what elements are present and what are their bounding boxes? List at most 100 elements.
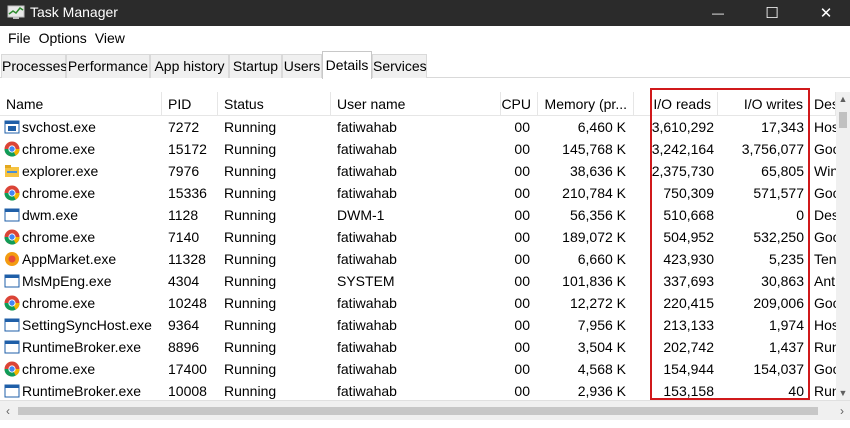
tab-details[interactable]: Details (322, 51, 372, 79)
tab-performance[interactable]: Performance (66, 54, 150, 78)
cell-memory: 4,568 K (577, 361, 626, 377)
menu-options[interactable]: Options (35, 30, 91, 46)
cell-status: Running (224, 361, 277, 377)
table-row[interactable]: svchost.exe 7272 Running fatiwahab 00 6,460 K… (0, 116, 836, 138)
column-header-name[interactable]: Name (0, 92, 162, 116)
column-header-user[interactable]: User name (331, 92, 501, 116)
cell-memory: 38,636 K (569, 163, 626, 179)
tab-users[interactable]: Users (282, 54, 322, 78)
chrome-icon (4, 229, 20, 245)
column-header-pid[interactable]: PID (162, 92, 218, 116)
cell-desc: Hos (814, 317, 836, 333)
process-name: chrome.exe (22, 295, 96, 311)
cell-desc: Goo (814, 185, 836, 201)
vertical-scroll-thumb[interactable] (839, 112, 847, 128)
chrome-icon (4, 361, 20, 377)
cell-pid: 15172 (168, 141, 207, 157)
table-row[interactable]: chrome.exe 7140 Running fatiwahab 00 189,072 … (0, 226, 836, 248)
tab-services[interactable]: Services (372, 54, 427, 78)
table-row[interactable]: chrome.exe 10248 Running fatiwahab 00 12,272 … (0, 292, 836, 314)
column-header-memory[interactable]: Memory (pr... (538, 92, 634, 116)
process-name: explorer.exe (22, 163, 99, 179)
cell-status: Running (224, 119, 277, 135)
table-row[interactable]: dwm.exe 1128 Running DWM-1 00 56,356 K 510,668… (0, 204, 836, 226)
cell-memory: 101,836 K (562, 273, 626, 289)
column-header-io-writes[interactable]: I/O writes (718, 92, 810, 116)
maximize-button[interactable]: ☐ (750, 0, 794, 26)
minimize-icon: — (712, 6, 724, 20)
column-header: Name PID Status User name CPU Memory (pr… (0, 92, 850, 116)
process-name: AppMarket.exe (22, 251, 117, 267)
close-icon: ✕ (819, 5, 833, 22)
process-table: svchost.exe 7272 Running fatiwahab 00 6,460 K… (0, 116, 836, 400)
scroll-right-icon[interactable]: › (834, 401, 850, 421)
close-button[interactable]: ✕ (804, 0, 848, 26)
cell-memory: 145,768 K (562, 141, 626, 157)
cell-desc: Goo (814, 361, 836, 377)
tab-app-history[interactable]: App history (150, 54, 229, 78)
minimize-button[interactable]: — (696, 0, 740, 26)
table-row[interactable]: AppMarket.exe 11328 Running fatiwahab 00 6,66… (0, 248, 836, 270)
chrome-icon (4, 185, 20, 201)
cell-io-writes: 571,577 (753, 185, 804, 201)
maximize-icon: ☐ (765, 5, 779, 22)
cell-io-writes: 3,756,077 (741, 141, 804, 157)
menu-bar: File Options View (0, 26, 850, 50)
process-name: MsMpEng.exe (22, 273, 112, 289)
cell-memory: 56,356 K (569, 207, 626, 223)
cell-status: Running (224, 251, 277, 267)
column-header-cpu[interactable]: CPU (501, 92, 538, 116)
process-name: dwm.exe (22, 207, 79, 223)
cell-status: Running (224, 295, 277, 311)
cell-desc: Ten (814, 251, 836, 267)
menu-file[interactable]: File (4, 30, 35, 46)
cell-memory: 6,660 K (577, 251, 626, 267)
cell-memory: 6,460 K (577, 119, 626, 135)
table-row[interactable]: chrome.exe 17400 Running fatiwahab 00 4,568 K… (0, 358, 836, 380)
table-row[interactable]: RuntimeBroker.exe 10008 Running fatiwahab 00… (0, 380, 836, 400)
tab-startup[interactable]: Startup (229, 54, 282, 78)
cell-user: fatiwahab (337, 229, 397, 245)
table-row[interactable]: MsMpEng.exe 4304 Running SYSTEM 00 101,836 K 3… (0, 270, 836, 292)
table-row[interactable]: chrome.exe 15172 Running fatiwahab 00 145,768… (0, 138, 836, 160)
menu-view[interactable]: View (91, 30, 129, 46)
cell-memory: 189,072 K (562, 229, 626, 245)
cell-status: Running (224, 185, 277, 201)
table-row[interactable]: SettingSyncHost.exe 9364 Running fatiwahab 0… (0, 314, 836, 336)
column-header-description[interactable]: Des (810, 92, 836, 116)
cell-io-reads: 3,242,164 (651, 141, 714, 157)
window-icon (4, 273, 20, 289)
cell-cpu: 00 (514, 119, 530, 135)
cell-io-writes: 5,235 (768, 251, 804, 267)
scroll-down-icon[interactable]: ▼ (836, 386, 850, 400)
column-header-status[interactable]: Status (218, 92, 331, 116)
cell-io-reads: 3,610,292 (651, 119, 714, 135)
cell-pid: 10248 (168, 295, 207, 311)
cell-io-writes: 40 (788, 383, 804, 399)
cell-memory: 3,504 K (577, 339, 626, 355)
cell-user: fatiwahab (337, 163, 397, 179)
cell-user: fatiwahab (337, 251, 397, 267)
window-icon (4, 339, 20, 355)
tab-processes[interactable]: Processes (1, 54, 67, 78)
horizontal-scrollbar[interactable]: ‹ › (0, 400, 850, 420)
cell-io-reads: 337,693 (663, 273, 714, 289)
cell-io-reads: 153,158 (663, 383, 714, 399)
process-name: chrome.exe (22, 361, 96, 377)
column-header-io-reads[interactable]: I/O reads (650, 92, 718, 116)
title-bar: Task Manager — ☐ ✕ (0, 0, 850, 26)
table-row[interactable]: explorer.exe 7976 Running fatiwahab 00 38,636… (0, 160, 836, 182)
cell-cpu: 00 (514, 295, 530, 311)
cell-pid: 11328 (168, 251, 206, 267)
scroll-up-icon[interactable]: ▲ (836, 92, 850, 106)
cell-pid: 15336 (168, 185, 207, 201)
table-row[interactable]: chrome.exe 15336 Running fatiwahab 00 210,784… (0, 182, 836, 204)
cell-io-writes: 154,037 (753, 361, 804, 377)
scroll-left-icon[interactable]: ‹ (0, 401, 16, 421)
window-icon (4, 317, 20, 333)
horizontal-scroll-thumb[interactable] (18, 407, 818, 415)
table-row[interactable]: RuntimeBroker.exe 8896 Running fatiwahab 00 3… (0, 336, 836, 358)
app-market-icon (4, 251, 20, 267)
cell-user: SYSTEM (337, 273, 395, 289)
vertical-scrollbar[interactable]: ▲ ▼ (836, 92, 850, 400)
